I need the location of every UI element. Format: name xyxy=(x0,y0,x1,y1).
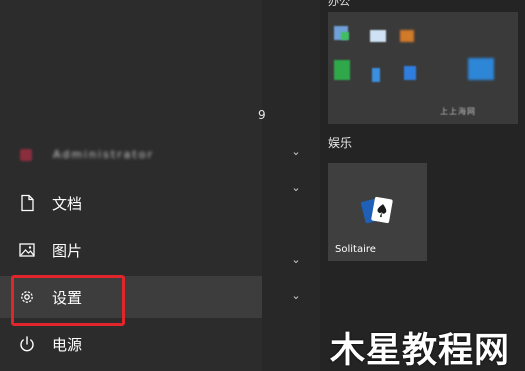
document-icon xyxy=(21,194,34,212)
app-tile-icon xyxy=(341,32,349,40)
chevron-down-icon[interactable]: ⌄ xyxy=(289,146,303,158)
app-list-alpha-header[interactable]: 9 xyxy=(258,108,266,122)
office-tile-group[interactable]: 上上海网 xyxy=(328,12,518,124)
menu-item-label: 文档 xyxy=(52,195,83,213)
chevron-down-icon[interactable]: ⌄ xyxy=(289,290,303,302)
app-tile-icon xyxy=(334,60,350,80)
tile-group-title-entertainment[interactable]: 娱乐 xyxy=(328,134,352,151)
avatar xyxy=(20,149,32,161)
menu-item-power[interactable]: 电源 xyxy=(0,323,262,365)
app-tile-icon xyxy=(400,30,414,42)
app-tile-icon xyxy=(404,66,416,80)
tile-group-title-office[interactable]: 办公 xyxy=(328,0,350,9)
solitaire-cards-icon xyxy=(361,196,393,224)
menu-item-pictures[interactable]: 图片 xyxy=(0,229,262,271)
user-account-button[interactable]: Administrator xyxy=(0,142,262,168)
app-tile-label: 上上海网 xyxy=(440,107,476,116)
app-tile-icon xyxy=(468,58,494,80)
power-icon xyxy=(20,336,34,352)
chevron-down-icon[interactable]: ⌄ xyxy=(289,254,303,266)
app-tile-icon xyxy=(372,68,380,82)
watermark: 木星教程网 xyxy=(330,331,511,371)
menu-item-label: 图片 xyxy=(52,242,83,260)
solitaire-tile-label: Solitaire xyxy=(335,244,376,255)
app-tile-icon xyxy=(370,30,386,42)
highlight-annotation xyxy=(11,275,125,326)
menu-item-documents[interactable]: 文档 xyxy=(0,182,262,224)
pictures-icon xyxy=(19,243,35,257)
user-name: Administrator xyxy=(53,148,154,161)
chevron-down-icon[interactable]: ⌄ xyxy=(289,182,303,194)
solitaire-tile[interactable]: Solitaire xyxy=(328,163,427,261)
menu-item-label: 电源 xyxy=(52,336,83,354)
